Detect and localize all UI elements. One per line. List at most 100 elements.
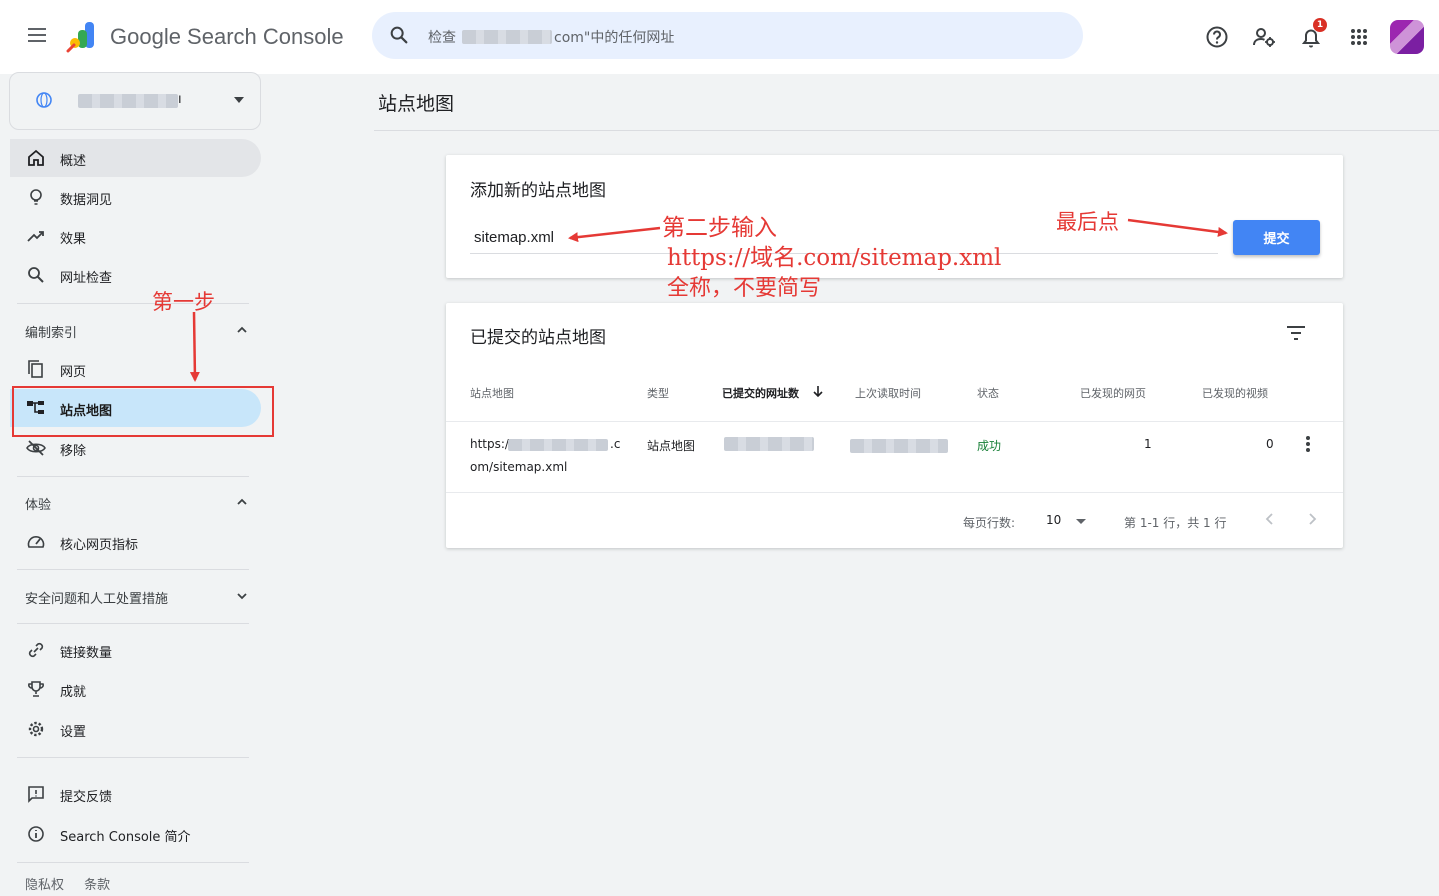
gear-icon (28, 721, 44, 737)
annotation-step2-note: 全称，不要简写 (667, 276, 822, 301)
sidebar-item-url-inspection[interactable]: 网址检查 (10, 256, 261, 294)
globe-icon (36, 92, 52, 108)
column-header-last-read[interactable]: 上次读取时间 (855, 385, 921, 401)
pagination-range: 第 1-1 行，共 1 行 (1124, 516, 1227, 530)
column-header-sitemap[interactable]: 站点地图 (470, 385, 514, 401)
notification-count-badge: 1 (1313, 18, 1327, 32)
redacted-property (78, 94, 178, 108)
apps-grid-icon[interactable] (1346, 24, 1372, 50)
sidebar-item-pages[interactable]: 网页 (10, 350, 261, 388)
annotation-highlight-box (12, 386, 274, 437)
main-menu-icon[interactable] (24, 24, 50, 50)
sidebar-divider (17, 476, 249, 477)
table-row-divider (446, 492, 1343, 493)
url-inspection-search[interactable]: 检查 com"中的任何网址 (372, 12, 1083, 59)
sidebar-divider (17, 757, 249, 758)
column-header-discovered-pages[interactable]: 已发现的网页 (1080, 385, 1146, 401)
terms-link[interactable]: 条款 (84, 878, 110, 893)
sidebar-item-label: 数据洞见 (60, 193, 113, 208)
sidebar-item-label: 成就 (60, 685, 87, 700)
column-header-type[interactable]: 类型 (647, 385, 669, 401)
annotation-final: 最后点 (1056, 210, 1119, 234)
sidebar-item-links[interactable]: 链接数量 (10, 631, 261, 669)
previous-page-icon[interactable] (1261, 509, 1279, 529)
sidebar: ı 概述 数据洞见 效果 网址检查 编制索引 网页 站点地图 移除 体验 核心网… (0, 72, 270, 896)
sidebar-item-about[interactable]: Search Console 简介 (10, 815, 261, 853)
next-page-icon[interactable] (1303, 509, 1321, 529)
trending-up-icon (27, 231, 44, 242)
copy-pages-icon (28, 360, 43, 378)
help-icon[interactable] (1204, 24, 1230, 50)
home-icon (28, 149, 44, 166)
submitted-sitemaps-card: 已提交的站点地图 站点地图 类型 已提交的网址数 上次读取时间 状态 已发现的网… (446, 303, 1343, 548)
property-name-tail: ı (178, 92, 182, 107)
column-header-submitted-urls[interactable]: 已提交的网址数 (722, 385, 799, 401)
link-icon (28, 642, 44, 658)
speed-icon (27, 536, 45, 548)
section-indexing-header[interactable]: 编制索引 (25, 322, 77, 341)
search-prefix: 检查 (428, 30, 456, 46)
property-selector[interactable]: ı (9, 72, 261, 130)
sidebar-item-feedback[interactable]: 提交反馈 (10, 775, 261, 813)
sidebar-item-achievements[interactable]: 成就 (10, 670, 261, 708)
sidebar-item-label: 核心网页指标 (60, 538, 139, 553)
sidebar-item-core-web-vitals[interactable]: 核心网页指标 (10, 523, 261, 561)
top-app-bar: Google Search Console 检查 com"中的任何网址 1 (0, 0, 1439, 74)
redacted-sitemap-domain (508, 439, 608, 451)
rows-per-page-value: 10 (1046, 513, 1062, 527)
section-experience-header[interactable]: 体验 (25, 494, 51, 513)
search-console-logo-icon (66, 22, 94, 53)
column-header-status[interactable]: 状态 (977, 385, 999, 401)
lightbulb-icon (30, 189, 42, 205)
add-sitemap-title: 添加新的站点地图 (470, 181, 606, 201)
rows-per-page-select[interactable]: 10 (1046, 509, 1090, 533)
info-icon (28, 826, 44, 842)
rows-per-page-label: 每页行数: (963, 516, 1016, 530)
sidebar-item-overview[interactable]: 概述 (10, 139, 261, 177)
chevron-down-icon[interactable] (236, 590, 248, 602)
more-options-icon[interactable] (1304, 435, 1312, 455)
sort-arrow-down-icon[interactable] (812, 385, 824, 398)
sidebar-item-label: 效果 (60, 232, 87, 247)
sidebar-footer: 隐私权 条款 (25, 874, 126, 893)
section-security-header[interactable]: 安全问题和人工处置措施 (25, 588, 168, 607)
sidebar-item-label: 概述 (60, 154, 87, 169)
submit-button[interactable]: 提交 (1233, 220, 1320, 255)
sidebar-divider (17, 569, 249, 570)
sitemap-url-prefix: https:/ (470, 437, 509, 451)
sidebar-item-label: 设置 (60, 725, 87, 740)
sitemap-type: 站点地图 (647, 439, 696, 453)
discovered-videos-count: 0 (1266, 437, 1274, 451)
search-icon (28, 267, 44, 283)
manage-users-icon[interactable] (1251, 24, 1277, 50)
filter-icon[interactable] (1284, 323, 1308, 343)
dropdown-arrow-icon (234, 97, 244, 103)
title-divider (374, 130, 1439, 131)
sidebar-item-insights[interactable]: 数据洞见 (10, 178, 261, 216)
privacy-link[interactable]: 隐私权 (25, 878, 64, 893)
sidebar-item-label: 提交反馈 (60, 790, 113, 805)
sidebar-divider (17, 623, 249, 624)
chevron-up-icon[interactable] (236, 496, 248, 508)
eye-off-icon (26, 440, 46, 456)
dropdown-arrow-icon (1076, 519, 1086, 524)
chevron-up-icon[interactable] (236, 324, 248, 336)
column-header-discovered-videos[interactable]: 已发现的视频 (1202, 385, 1268, 401)
annotation-step2: 第二步输入 (662, 215, 777, 241)
search-suffix: com"中的任何网址 (554, 30, 675, 46)
feedback-icon (28, 786, 44, 803)
sidebar-item-label: Search Console 简介 (60, 830, 191, 845)
account-avatar[interactable] (1390, 20, 1424, 54)
sidebar-item-performance[interactable]: 效果 (10, 217, 261, 255)
sitemap-url-suffix: .c (610, 437, 621, 451)
annotation-step2-url: https://域名.com/sitemap.xml (667, 245, 1002, 271)
discovered-pages-count: 1 (1144, 437, 1152, 451)
redacted-domain (462, 30, 552, 44)
sidebar-item-settings[interactable]: 设置 (10, 710, 261, 748)
status-badge: 成功 (977, 439, 1002, 453)
annotation-step1: 第一步 (152, 290, 215, 314)
table-header-divider (446, 421, 1343, 422)
sidebar-item-label: 网址检查 (60, 271, 113, 286)
sidebar-item-label: 链接数量 (60, 646, 113, 661)
product-name: Google Search Console (110, 24, 344, 49)
